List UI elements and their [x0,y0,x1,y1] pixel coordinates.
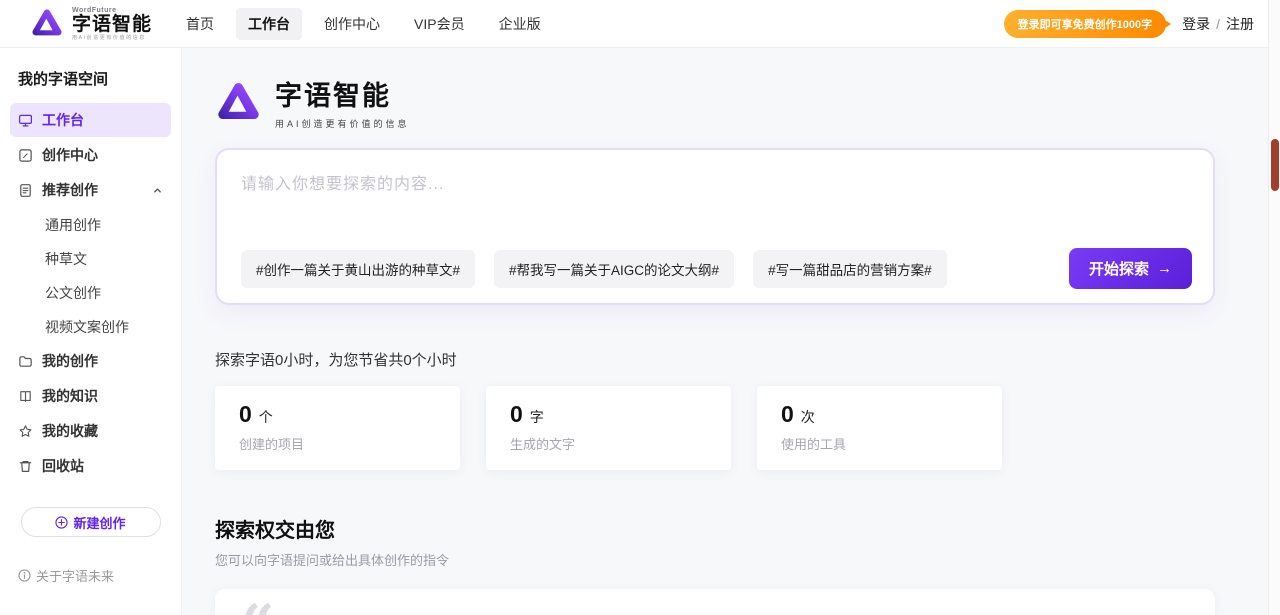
star-icon [18,424,33,439]
sidebar-subitem-official[interactable]: 公文创作 [0,276,181,310]
main-nav: 首页 工作台 创作中心 VIP会员 企业版 [174,8,553,40]
quote-icon: “ [241,609,269,615]
sidebar-item-label: 推荐创作 [42,180,98,200]
sidebar-item-label: 创作中心 [42,145,98,165]
sidebar-subitem-seeding[interactable]: 种草文 [0,242,181,276]
sidebar-subitem-video[interactable]: 视频文案创作 [0,310,181,344]
stat-card-projects: 0 个 创建的项目 [215,386,460,470]
hero-brand: 字语智能 用AI创造更有价值的信息 [215,74,1280,130]
sidebar-item-workspace[interactable]: 工作台 [10,103,171,137]
brand-logo[interactable]: WordFuture 字语智能 用AI创造更有价值的信息 [30,7,152,41]
trash-icon [18,459,33,474]
suggestion-chip[interactable]: #帮我写一篇关于AIGC的论文大纲# [494,250,734,288]
sidebar-title: 我的字语空间 [0,68,181,89]
about-link-label: 关于字语未来 [36,566,114,585]
stats-summary: 探索字语0小时，为您节省共0个小时 [215,349,1280,370]
scrollbar-thumb[interactable] [1271,139,1279,191]
navbar-right: 登录即可享免费创作1000字 登录 / 注册 [1004,10,1254,38]
nav-item-vip[interactable]: VIP会员 [402,8,477,40]
stat-card-tools: 0 次 使用的工具 [757,386,1002,470]
new-creation-button[interactable]: 新建创作 [21,507,161,537]
info-circle-icon [18,569,31,582]
suggestion-chip[interactable]: #写一篇甜品店的营销方案# [753,250,947,288]
hero-triangle-icon [215,81,262,124]
register-link[interactable]: 注册 [1226,14,1254,34]
auth-divider: / [1216,16,1220,32]
sidebar-item-creation-center[interactable]: 创作中心 [10,138,171,172]
plus-circle-icon [55,516,68,529]
sidebar-item-label: 我的创作 [42,351,98,371]
hero-tagline: 用AI创造更有价值的信息 [275,117,410,130]
brand-text: WordFuture 字语智能 用AI创造更有价值的信息 [72,7,152,41]
brand-triangle-icon [30,8,64,39]
stat-unit: 字 [530,407,544,427]
about-link[interactable]: 关于字语未来 [18,566,114,585]
nav-item-creation-center[interactable]: 创作中心 [312,8,392,40]
stat-value: 0 [239,401,252,428]
nav-item-workspace[interactable]: 工作台 [236,8,302,40]
hero-brand-text: 字语智能 用AI创造更有价值的信息 [275,74,410,130]
page-scrollbar[interactable] [1268,0,1280,615]
stat-cards: 0 个 创建的项目 0 字 生成的文字 0 次 [215,386,1280,470]
new-creation-label: 新建创作 [73,513,125,532]
sidebar-subitem-general[interactable]: 通用创作 [0,208,181,242]
sidebar-item-label: 我的收藏 [42,421,98,441]
stat-label: 生成的文字 [510,434,707,453]
nav-item-home[interactable]: 首页 [174,8,226,40]
book-icon [18,389,33,404]
app-window: WordFuture 字语智能 用AI创造更有价值的信息 首页 工作台 创作中心… [0,0,1280,615]
brand-superscript: WordFuture [72,7,152,14]
explore-section-subtitle: 您可以向字语提问或给出具体创作的指令 [215,550,1280,569]
qa-card: “ 字语智能是什么? 嗯，帮我创作一篇北京出游攻略 [215,589,1215,615]
sidebar-item-recycle-bin[interactable]: 回收站 [10,449,171,483]
sidebar-item-favorites[interactable]: 我的收藏 [10,414,171,448]
hero-title: 字语智能 [275,74,410,113]
document-icon [18,183,33,198]
auth-links: 登录 / 注册 [1182,14,1254,34]
stat-label: 使用的工具 [781,434,978,453]
main-content: 字语智能 用AI创造更有价值的信息 #创作一篇关于黄山出游的种草文# #帮我写一… [182,48,1280,615]
sidebar-item-label: 回收站 [42,456,84,476]
folder-icon [18,354,33,369]
brand-tagline: 用AI创造更有价值的信息 [72,36,152,41]
suggestion-chips: #创作一篇关于黄山出游的种草文# #帮我写一篇关于AIGC的论文大纲# #写一篇… [241,248,1192,289]
stat-value: 0 [781,401,794,428]
monitor-icon [18,113,33,128]
top-navbar: WordFuture 字语智能 用AI创造更有价值的信息 首页 工作台 创作中心… [0,0,1280,48]
stat-card-words: 0 字 生成的文字 [486,386,731,470]
login-link[interactable]: 登录 [1182,14,1210,34]
chevron-up-icon[interactable] [152,185,163,196]
sidebar: 我的字语空间 工作台 创作中心 推荐创作 通用创作 种草文 公文创作 视频文案创… [0,48,182,615]
explore-button[interactable]: 开始探索 → [1069,248,1192,289]
stat-value: 0 [510,401,523,428]
stat-unit: 个 [259,407,273,427]
stat-label: 创建的项目 [239,434,436,453]
sidebar-item-label: 我的知识 [42,386,98,406]
sidebar-item-recommended[interactable]: 推荐创作 [10,173,171,207]
brand-title: 字语智能 [72,15,152,34]
arrow-right-icon: → [1157,260,1172,277]
suggestion-chip[interactable]: #创作一篇关于黄山出游的种草文# [241,250,475,288]
explore-button-label: 开始探索 [1089,258,1149,279]
sidebar-item-my-knowledge[interactable]: 我的知识 [10,379,171,413]
edit-square-icon [18,148,33,163]
sidebar-item-label: 工作台 [42,110,84,130]
nav-item-enterprise[interactable]: 企业版 [487,8,553,40]
search-input[interactable] [217,150,1213,228]
explore-section-title: 探索权交由您 [215,514,1280,543]
search-panel: #创作一篇关于黄山出游的种草文# #帮我写一篇关于AIGC的论文大纲# #写一篇… [215,148,1215,305]
stat-unit: 次 [801,407,815,427]
sidebar-item-my-works[interactable]: 我的创作 [10,344,171,378]
login-promo-button[interactable]: 登录即可享免费创作1000字 [1004,10,1166,38]
